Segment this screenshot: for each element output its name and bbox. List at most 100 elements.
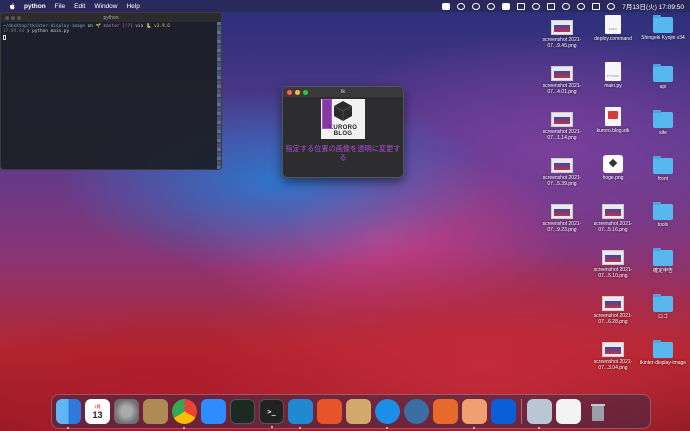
p-icon[interactable] (502, 2, 511, 10)
desktop-folder-site[interactable]: site (636, 110, 690, 136)
desktop-icon-screenshot[interactable]: screenshot 2021-07...5.16.png (586, 204, 640, 233)
contacts-icon[interactable] (143, 399, 168, 424)
siri-icon[interactable] (607, 2, 616, 10)
quicktime-icon[interactable] (404, 399, 429, 424)
desktop-icon-label: screenshot 2021-07...5.39.png (542, 175, 582, 187)
desktop-icon-screenshot[interactable]: screenshot 2021-07...1.14.png (535, 112, 589, 141)
image-thumbnail-icon (551, 112, 573, 127)
desktop-icon-label: screenshot 2021-07...9.45.png (542, 37, 582, 49)
desktop-icon-label: 確定申告 (652, 268, 673, 274)
desktop-icon-screenshot[interactable]: screenshot 2021-07...9.45.png (535, 20, 589, 49)
desktop-folder-api[interactable]: api (636, 64, 690, 90)
dock-separator (521, 399, 522, 424)
desktop-folder-tax[interactable]: 確定申告 (636, 248, 690, 274)
menu-help[interactable]: Help (126, 3, 139, 10)
terminal-via: via (132, 24, 146, 29)
running-indicator (538, 427, 540, 429)
image-thumbnail-icon (602, 250, 624, 265)
image-thumbnail-icon (602, 296, 624, 311)
terminal-scrollbar[interactable] (217, 22, 221, 169)
desktop-folder-logo[interactable]: ロゴ (636, 294, 690, 320)
tk-title-bar[interactable]: tk (283, 87, 403, 97)
menu-window[interactable]: Window (94, 3, 117, 10)
desktop-icon-label: main.py (604, 83, 622, 89)
menu-app-name[interactable]: python (24, 3, 46, 10)
zoom-icon[interactable] (201, 399, 226, 424)
menu-file[interactable]: File (55, 3, 65, 10)
activity-monitor-icon[interactable] (230, 399, 255, 424)
system-preferences-icon[interactable] (114, 399, 139, 424)
apple-icon[interactable] (9, 2, 15, 10)
tk-title: tk (340, 89, 346, 95)
desktop-icon-deploy-command[interactable]: EXEC deploy.command (586, 15, 640, 42)
desktop-icon-label: screenshot 2021-07...9.23.png (542, 221, 582, 233)
terminal-title-bar[interactable]: python (1, 13, 221, 22)
desktop-icon-screenshot[interactable]: screenshot 2021-07...5.39.png (535, 158, 589, 187)
cloud-icon[interactable] (517, 2, 526, 10)
desktop-icon-main-py[interactable]: PYTHON main.py (586, 62, 640, 89)
desktop-icon-label: tkinter-display-image (639, 360, 687, 366)
image-file-icon (603, 155, 623, 173)
desktop-icon-screenshot[interactable]: screenshot 2021-07...4.01.png (535, 66, 589, 95)
infinity-app-icon[interactable] (491, 399, 516, 424)
tk-label: 指定する位置の画像を透明に変更する (285, 144, 401, 162)
running-indicator (183, 427, 185, 429)
terminal-icon[interactable]: >_ (259, 399, 284, 428)
menu-edit[interactable]: Edit (74, 3, 85, 10)
running-indicator (271, 426, 273, 428)
terminal-output[interactable]: ~/desktop/tkinter-display-image on 🌱 mas… (1, 22, 221, 43)
wifi-icon[interactable] (562, 2, 571, 10)
search-icon[interactable] (577, 2, 586, 10)
preview-icon[interactable] (462, 399, 487, 429)
menu-bar: python File Edit Window Help 7月13日(火) 17… (0, 0, 690, 12)
status-icon-1[interactable] (442, 2, 451, 10)
stk-file-icon (605, 107, 621, 126)
desktop-icon-label: api (659, 84, 667, 90)
running-indicator (386, 427, 388, 429)
trash-icon[interactable] (585, 399, 610, 424)
menu-clock[interactable]: 7月13日(火) 17:09:50 (622, 1, 684, 11)
terminal-window[interactable]: python ~/desktop/tkinter-display-image o… (0, 12, 222, 170)
desktop-folder-tkinter-display-image[interactable]: tkinter-display-image (636, 340, 690, 366)
document-icon[interactable] (556, 399, 581, 424)
status-icon-3[interactable] (472, 2, 481, 10)
folder-icon (653, 64, 673, 82)
finder-icon[interactable] (56, 399, 81, 429)
control-center-icon[interactable] (592, 2, 601, 10)
desktop-icon-screenshot[interactable]: screenshot 2021-07...3.04.png (586, 342, 640, 371)
python-launcher-icon[interactable] (527, 399, 552, 429)
running-indicator (67, 427, 69, 429)
sketch-app-icon[interactable] (433, 399, 458, 424)
desktop-folder-tools[interactable]: tools (636, 202, 690, 228)
dock: 7月 13 >_ (51, 394, 651, 429)
battery-icon[interactable] (547, 2, 556, 10)
desktop-icon-label: hoge.png (602, 175, 624, 181)
status-icon-2[interactable] (457, 2, 466, 10)
desktop-icon-screenshot[interactable]: screenshot 2021-07...9.23.png (535, 204, 589, 233)
folder-icon (653, 248, 673, 266)
status-icon-4[interactable] (487, 2, 496, 10)
image-thumbnail-icon (602, 342, 624, 357)
desktop-icon-hoge-png[interactable]: hoge.png (586, 155, 640, 181)
desktop-icon-screenshot[interactable]: screenshot 2021-07...5.10.png (586, 250, 640, 279)
calendar-icon[interactable]: 7月 13 (85, 399, 110, 424)
terminal-time: 17:09:44 (3, 29, 25, 35)
image-thumbnail-icon (551, 158, 573, 173)
desktop-icon-kuroro-blog-stk[interactable]: kuroro.blog.stk (586, 107, 640, 134)
tk-window[interactable]: tk KURORO BLOG 指定する位置の画像を透明に変更する (282, 86, 404, 178)
status-icon-5[interactable] (532, 2, 541, 10)
chrome-icon[interactable] (172, 399, 197, 429)
graph-app-icon[interactable] (317, 399, 342, 424)
doc-type-text: PYTHON (606, 74, 620, 78)
desktop-icon-label: front (657, 176, 668, 182)
running-indicator (473, 427, 475, 429)
docker-icon[interactable] (375, 399, 400, 429)
desktop-folder-shingeki-kyojin[interactable]: Shingeki Kyojin v34 (636, 15, 690, 41)
vscode-icon[interactable] (288, 399, 313, 429)
terminal-git: 🌱 master [!?] (95, 24, 133, 29)
desktop-icon-screenshot[interactable]: screenshot 2021-07...6.28.png (586, 296, 640, 325)
archive-utility-icon[interactable] (346, 399, 371, 424)
terminal-title: python (103, 14, 119, 21)
desktop-folder-front[interactable]: front (636, 156, 690, 182)
folder-icon (653, 202, 673, 220)
